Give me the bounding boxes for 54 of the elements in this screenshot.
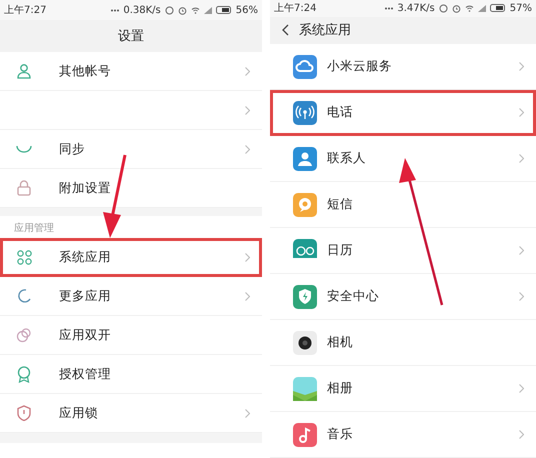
status-time: 上午7:24: [274, 2, 316, 16]
page-title: 系统应用: [299, 22, 351, 40]
wifi-icon: [190, 6, 200, 14]
settings-row[interactable]: 相机: [270, 320, 536, 366]
shield-icon: [17, 405, 31, 421]
sync-icon: [16, 145, 32, 153]
sync-status-icon: [164, 6, 174, 14]
network-speed: 3.47K/s: [397, 2, 435, 14]
alarm-icon: [452, 4, 461, 13]
badge-icon: [17, 366, 31, 382]
settings-row[interactable]: 附加设置: [0, 169, 262, 208]
activity-dots-icon: [385, 6, 394, 10]
calendar-icon: [293, 238, 317, 262]
settings-row[interactable]: 系统应用: [0, 238, 262, 277]
antenna-icon: [293, 100, 317, 124]
grid-icon: [16, 250, 32, 264]
settings-row[interactable]: 小米云服务: [270, 44, 536, 90]
settings-row[interactable]: 授权管理: [0, 355, 262, 394]
wifi-icon: [464, 4, 474, 12]
signal-icon: [478, 4, 486, 12]
settings-row[interactable]: 相册: [270, 366, 536, 412]
person-icon: [16, 63, 32, 79]
moon-icon: [16, 288, 32, 304]
circles-icon: [16, 327, 32, 343]
back-icon[interactable]: [282, 24, 289, 36]
settings-row[interactable]: 安全中心: [270, 274, 536, 320]
settings-row[interactable]: 其他帐号: [0, 52, 262, 91]
lock-icon: [17, 180, 31, 196]
landscape-icon: [293, 376, 317, 400]
network-speed: 0.38K/s: [123, 4, 161, 16]
settings-row[interactable]: 更多应用: [0, 277, 262, 316]
settings-row[interactable]: 音乐: [270, 412, 536, 458]
settings-row[interactable]: 日历: [270, 228, 536, 274]
sync-status-icon: [438, 4, 448, 13]
settings-row[interactable]: 短信: [270, 182, 536, 228]
section-header: 应用管理: [14, 222, 54, 235]
page-title: 设置: [118, 28, 144, 45]
battery-icon: [490, 4, 506, 12]
settings-row[interactable]: 应用双开: [0, 316, 262, 355]
contact-icon: [293, 146, 317, 170]
battery-percent: 56%: [236, 4, 258, 16]
activity-dots-icon: [111, 8, 120, 12]
settings-row[interactable]: 电话: [270, 90, 536, 136]
cloud-icon: [293, 54, 317, 78]
shield-icon: [293, 284, 317, 308]
signal-icon: [204, 6, 212, 14]
battery-icon: [216, 6, 232, 14]
alarm-icon: [178, 6, 187, 14]
camera-icon: [293, 330, 317, 354]
status-time: 上午7:27: [4, 4, 46, 17]
message-icon: [293, 192, 317, 216]
settings-row[interactable]: 同步: [0, 130, 262, 169]
battery-percent: 57%: [510, 2, 532, 14]
music-note-icon: [293, 422, 317, 446]
